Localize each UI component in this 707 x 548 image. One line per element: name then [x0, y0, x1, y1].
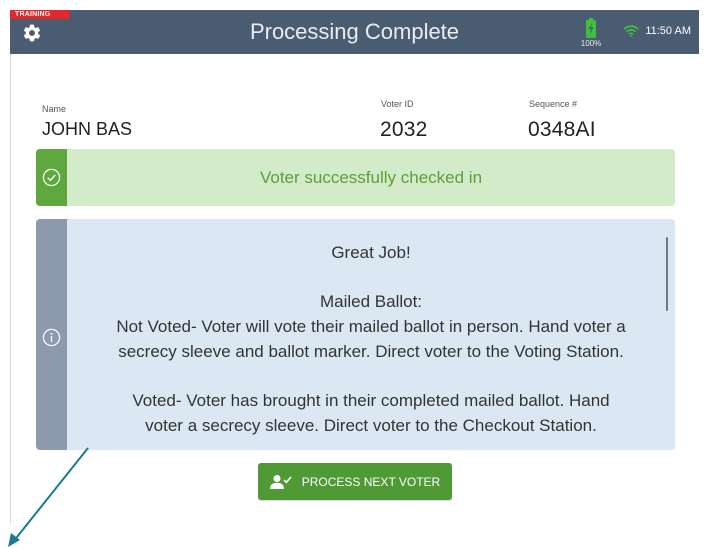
voter-id-label: Voter ID [381, 99, 414, 109]
check-circle-icon [42, 168, 61, 187]
voted-line-2: voter a secrecy sleeve. Direct voter to … [145, 416, 597, 435]
process-next-voter-button[interactable]: PROCESS NEXT VOTER [258, 463, 452, 500]
training-badge: TRAINING [10, 10, 71, 19]
not-voted-line-2: secrecy sleeve and ballot marker. Direct… [118, 342, 624, 361]
header-bar: TRAINING Processing Complete 100% 11:50 … [10, 10, 699, 54]
annotation-arrow [8, 447, 89, 547]
battery-charging-icon [586, 18, 596, 38]
status-area: 11:50 AM [623, 25, 691, 37]
voter-id: 2032 [380, 118, 428, 141]
sequence-number: 0348AI [528, 118, 596, 141]
battery-percent: 100% [580, 39, 602, 48]
clock-time: 11:50 AM [645, 25, 691, 37]
info-circle-icon [42, 328, 61, 347]
name-label: Name [42, 104, 67, 114]
wifi-icon [623, 25, 639, 37]
voted-line-1: Voted- Voter has brought in their comple… [132, 391, 610, 410]
greeting-line: Great Job! [331, 243, 411, 262]
process-next-voter-label: PROCESS NEXT VOTER [301, 474, 441, 489]
instructions-panel: Great Job! Mailed Ballot: Not Voted- Vot… [36, 219, 675, 450]
success-message: Voter successfully checked in [259, 168, 483, 187]
add-user-icon [269, 474, 292, 489]
not-voted-line-1: Not Voted- Voter will vote their mailed … [116, 317, 626, 336]
scrollbar[interactable] [666, 237, 668, 311]
success-banner: Voter successfully checked in [36, 149, 675, 206]
mailed-ballot-heading: Mailed Ballot: [319, 292, 423, 311]
sequence-label: Sequence # [529, 99, 578, 109]
voter-name: JOHN BAS [42, 119, 133, 139]
battery-indicator: 100% [578, 18, 604, 48]
instructions-text: Great Job! Mailed Ballot: Not Voted- Vot… [67, 219, 675, 450]
